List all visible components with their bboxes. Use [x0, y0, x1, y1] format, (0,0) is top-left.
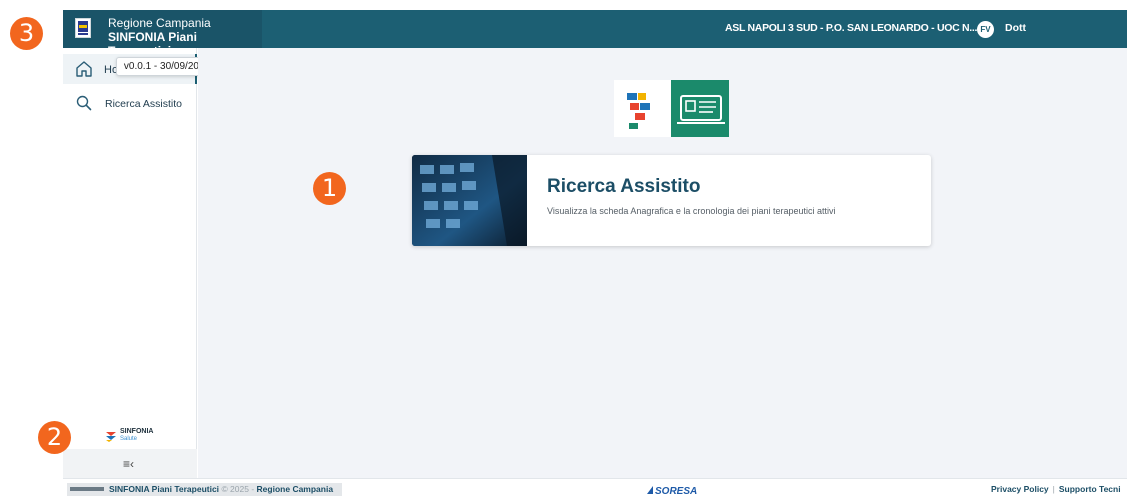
card-title: Ricerca Assistito [547, 176, 701, 197]
sinfonia-salute-logo: SINFONIA Salute [104, 428, 164, 446]
footer-separator: | [1052, 484, 1055, 494]
region-crest-icon [75, 18, 91, 38]
home-icon [76, 61, 92, 77]
annotation-marker-2: 2 [38, 421, 71, 454]
sidebar: Ho Ricerca Assistito SINFONIA Salute ≡‹ [63, 48, 197, 478]
collapse-menu-icon: ≡‹ [123, 457, 134, 471]
organization-selector[interactable]: ASL NAPOLI 3 SUD - P.O. SAN LEONARDO - U… [725, 22, 977, 34]
privacy-policy-link[interactable]: Privacy Policy [991, 484, 1049, 494]
search-icon [76, 95, 92, 111]
sidebar-item-ricerca-assistito[interactable]: Ricerca Assistito [63, 88, 197, 118]
footer-text: SINFONIA Piani Terapeutici © 2025 - Regi… [109, 484, 333, 494]
app-header: Regione Campania SINFONIA Piani Terapeut… [63, 10, 1127, 58]
main-content: Ricerca Assistito Visualizza la scheda A… [198, 48, 1127, 478]
footer-region-logo [70, 487, 104, 491]
support-link[interactable]: Supporto Tecni [1059, 484, 1121, 494]
soresa-logo: SORESA [647, 486, 697, 496]
sidebar-collapse-button[interactable]: ≡‹ [63, 449, 197, 478]
brand-region: Regione Campania [108, 16, 211, 30]
footer-links: Privacy Policy | Supporto Tecni [991, 484, 1121, 494]
sidebar-item-label: Ricerca Assistito [105, 98, 183, 110]
brand-block[interactable]: Regione Campania SINFONIA Piani Terapeut… [63, 10, 262, 58]
soresa-logo-text: SORESA [655, 486, 697, 496]
logo-name: SINFONIA [120, 428, 154, 435]
user-avatar[interactable]: FV [977, 21, 994, 38]
card-description: Visualizza la scheda Anagrafica e la cro… [547, 206, 836, 216]
user-name[interactable]: Dott [1005, 22, 1026, 34]
footer-copyright: © 2025 - [221, 484, 255, 494]
footer-app-name: SINFONIA Piani Terapeutici [109, 484, 220, 494]
app-footer: SINFONIA Piani Terapeutici © 2025 - Regi… [63, 478, 1127, 498]
annotation-marker-1: 1 [313, 172, 346, 205]
annotation-marker-3: 3 [10, 17, 43, 50]
footer-info: SINFONIA Piani Terapeutici © 2025 - Regi… [67, 483, 342, 496]
footer-region: Regione Campania [256, 484, 334, 494]
ricerca-assistito-card[interactable]: Ricerca Assistito Visualizza la scheda A… [412, 155, 931, 246]
sinfonia-mark-icon [106, 432, 116, 442]
card-illustration [412, 155, 527, 246]
logo-sub: Salute [120, 436, 138, 442]
piani-terapeutici-logo [614, 80, 729, 137]
